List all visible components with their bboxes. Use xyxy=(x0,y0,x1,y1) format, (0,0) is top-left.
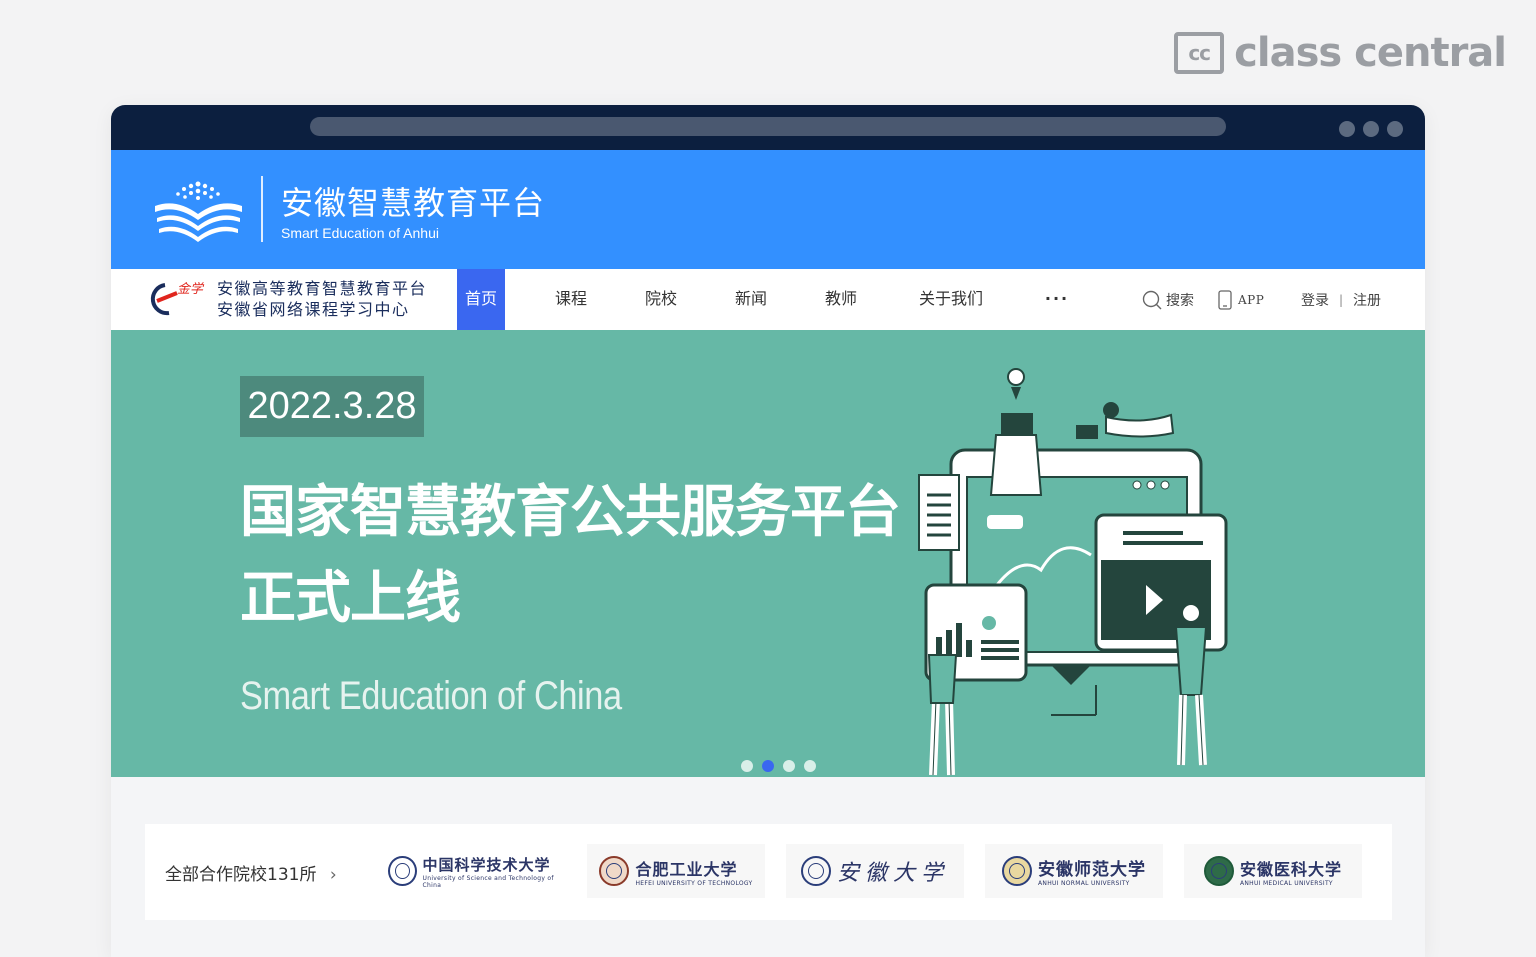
all-schools-link[interactable]: 全部合作院校131所 › xyxy=(165,860,337,885)
school-name-en: University of Science and Technology of … xyxy=(422,874,554,889)
banner-date: 2022.3.28 xyxy=(240,376,424,437)
header-divider xyxy=(261,176,263,242)
site-title[interactable]: 安徽智慧教育平台 xyxy=(281,178,545,224)
school-logo-ahmu[interactable]: 安徽医科大学 ANHUI MEDICAL UNIVERSITY xyxy=(1184,844,1362,898)
app-button[interactable]: APP xyxy=(1218,269,1264,330)
brand-line-2: 安徽省网络课程学习中心 xyxy=(217,300,410,319)
hero-banner[interactable]: 2022.3.28 国家智慧教育公共服务平台 正式上线 Smart Educat… xyxy=(111,330,1425,777)
window-controls xyxy=(1339,121,1403,137)
site-header: 安徽智慧教育平台 Smart Education of Anhui xyxy=(111,150,1425,269)
search-icon xyxy=(1142,290,1162,309)
carousel-dot[interactable] xyxy=(804,760,816,772)
svg-text:金学: 金学 xyxy=(177,281,205,297)
class-central-logo: cc class central xyxy=(1174,30,1507,76)
school-seal-icon xyxy=(599,856,630,886)
school-name: 安徽医科大学 xyxy=(1239,859,1342,879)
address-bar[interactable] xyxy=(310,117,1226,136)
school-logo-ahnu[interactable]: 安徽师范大学 ANHUI NORMAL UNIVERSITY xyxy=(985,844,1163,898)
brand-line-1: 安徽高等教育智慧教育平台 xyxy=(217,279,428,298)
phone-icon xyxy=(1218,289,1232,310)
carousel-dot[interactable] xyxy=(783,760,795,772)
class-central-text: class central xyxy=(1234,30,1507,76)
class-central-icon: cc xyxy=(1174,32,1225,74)
banner-title-line-1: 国家智慧教育公共服务平台 xyxy=(240,480,901,545)
search-label: 搜索 xyxy=(1166,292,1194,309)
school-logo-ustc[interactable]: 中国科学技术大学 University of Science and Techn… xyxy=(388,844,566,898)
nav-teachers[interactable]: 教师 xyxy=(823,269,859,330)
auth-links: 登录 | 注册 xyxy=(1301,269,1381,330)
chevron-right-icon: › xyxy=(329,865,337,885)
carousel-dot-active[interactable] xyxy=(762,760,774,772)
nav-more[interactable]: ··· xyxy=(1039,269,1075,330)
school-name: 合肥工业大学 xyxy=(635,859,738,879)
app-label: APP xyxy=(1238,292,1265,307)
window-dot-icon[interactable] xyxy=(1387,121,1403,137)
carousel-dot[interactable] xyxy=(741,760,753,772)
school-seal-icon xyxy=(1002,856,1032,886)
register-link[interactable]: 注册 xyxy=(1353,290,1381,310)
login-link[interactable]: 登录 xyxy=(1301,290,1329,310)
school-name-en: HEFEI UNIVERSITY OF TECHNOLOGY xyxy=(635,879,753,887)
school-name: 安徽大学 xyxy=(836,861,949,886)
school-name-en: ANHUI MEDICAL UNIVERSITY xyxy=(1239,879,1333,887)
school-seal-icon xyxy=(1203,856,1234,886)
school-seal-icon xyxy=(388,856,417,886)
partner-schools-strip: 全部合作院校131所 › 中国科学技术大学 University of Scie… xyxy=(145,824,1392,920)
school-logo-hfut[interactable]: 合肥工业大学 HEFEI UNIVERSITY OF TECHNOLOGY xyxy=(587,844,765,898)
nav-brand-text: 安徽高等教育智慧教育平台 安徽省网络课程学习中心 xyxy=(217,278,427,320)
school-logo-ahu[interactable]: 安徽大学 xyxy=(786,844,964,898)
search-button[interactable]: 搜索 xyxy=(1142,269,1194,330)
window-dot-icon[interactable] xyxy=(1363,121,1379,137)
online-learning-illustration xyxy=(918,368,1228,776)
nav-home[interactable]: 首页 xyxy=(457,269,505,330)
nav-schools[interactable]: 院校 xyxy=(643,269,679,330)
school-name-en: ANHUI NORMAL UNIVERSITY xyxy=(1038,880,1130,887)
nav-about[interactable]: 关于我们 xyxy=(915,269,987,330)
school-seal-icon xyxy=(800,856,831,886)
open-book-logo-icon[interactable] xyxy=(151,180,246,245)
main-nav: 金学 安徽高等教育智慧教育平台 安徽省网络课程学习中心 首页 课程 院校 新闻 … xyxy=(111,269,1425,330)
platform-logo-icon: 金学 xyxy=(150,281,205,316)
browser-toolbar xyxy=(111,105,1425,150)
banner-title: 国家智慧教育公共服务平台 正式上线 xyxy=(240,470,901,642)
window-dot-icon[interactable] xyxy=(1339,121,1355,137)
nav-news[interactable]: 新闻 xyxy=(733,269,769,330)
browser-window: 安徽智慧教育平台 Smart Education of Anhui 金学 安徽高… xyxy=(111,105,1425,957)
carousel-pager xyxy=(741,760,816,772)
nav-courses[interactable]: 课程 xyxy=(553,269,589,330)
nav-brand[interactable]: 金学 安徽高等教育智慧教育平台 安徽省网络课程学习中心 xyxy=(143,277,427,321)
auth-separator: | xyxy=(1339,292,1344,307)
school-name: 中国科学技术大学 xyxy=(422,855,551,874)
banner-title-line-2: 正式上线 xyxy=(240,566,461,631)
site-subtitle: Smart Education of Anhui xyxy=(281,225,439,241)
school-name: 安徽师范大学 xyxy=(1038,860,1146,880)
banner-english-title: Smart Education of China xyxy=(240,674,622,718)
all-schools-label: 全部合作院校131所 xyxy=(165,865,317,885)
